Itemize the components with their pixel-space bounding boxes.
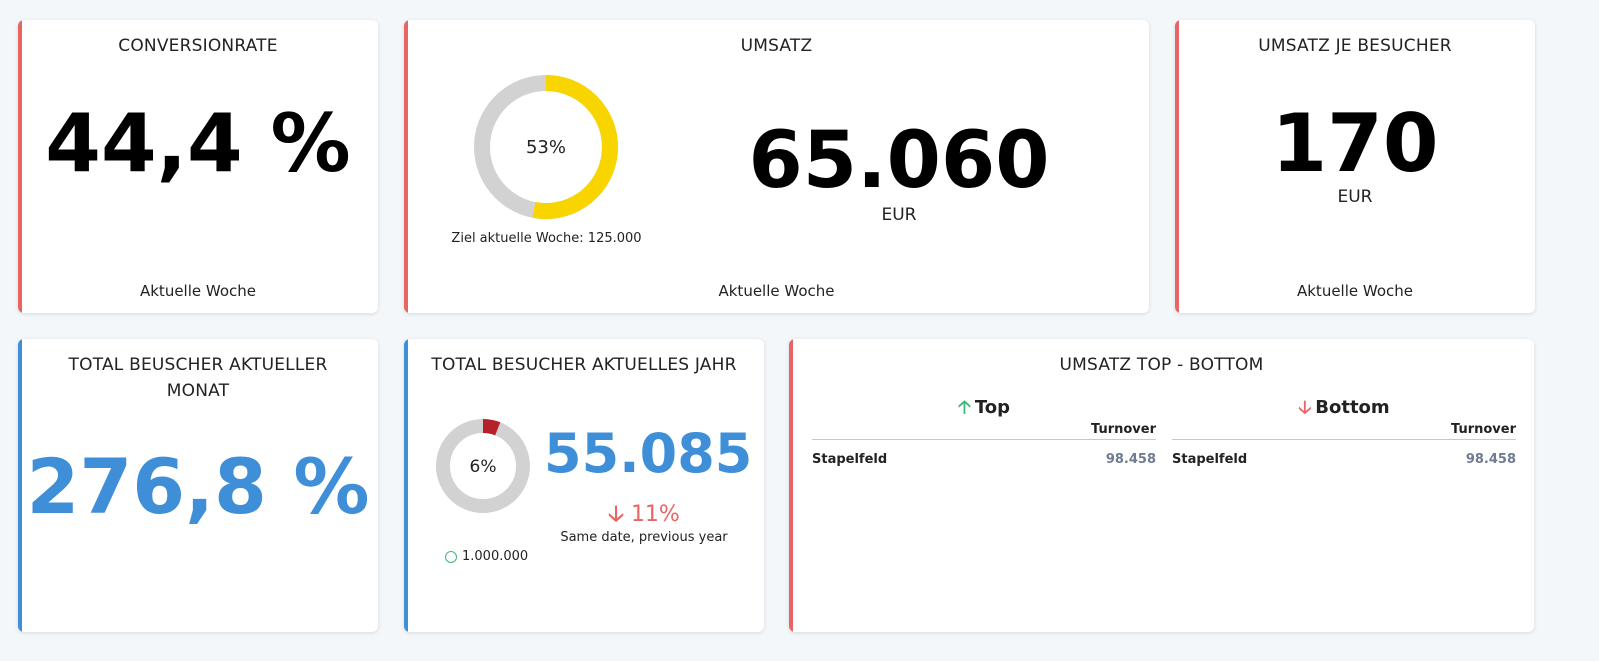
card-title-line2: MONAT [166,381,230,401]
card-title: UMSATZ [740,36,813,56]
total-besucher-jahr-card: TOTAL BESUCHER AKTUELLES JAHR 6% 1.000.0… [404,339,764,632]
card-title: CONVERSIONRATE [118,36,278,56]
umsatz-unit: EUR [881,205,917,225]
change-value: 11% [630,502,680,527]
total-besucher-monat-card: TOTAL BEUSCHER AKTUELLER MONAT 276,8 % [18,339,378,632]
umsatz-je-besucher-unit: EUR [1337,187,1373,207]
target-caption: Ziel aktuelle Woche: 125.000 [451,231,642,246]
down-arrow-icon: 🡣 [608,502,624,527]
total-monat-value: 276,8 % [26,442,370,531]
umsatz-je-besucher-value: 170 [1271,97,1439,190]
bottom-column-header: Turnover [1451,422,1516,437]
change-caption: Same date, previous year [560,530,728,545]
umsatz-je-besucher-card: UMSATZ JE BESUCHER 170 EUR Aktuelle Woch… [1175,20,1535,313]
down-arrow-icon: 🡣 [1298,397,1312,418]
card-title: TOTAL BESUCHER AKTUELLES JAHR [431,355,737,375]
card-footer: Aktuelle Woche [139,282,256,300]
umsatz-value: 65.060 [748,116,1050,206]
top-heading: 🡡 Top [812,395,1156,425]
umsatz-top-bottom-card: UMSATZ TOP - BOTTOM 🡡 Top Turnover Stapel… [789,339,1534,632]
umsatz-card: UMSATZ 53% Ziel aktuelle Woche: 125.000 … [404,20,1149,313]
top-heading-label: Top [974,397,1011,418]
target-circle-icon [445,551,457,563]
bottom-divider [1172,439,1516,440]
bottom-heading: 🡣 Bottom [1172,395,1516,425]
top-column-header: Turnover [1091,422,1156,437]
gauge-percent-label: 6% [469,457,497,477]
top-divider [812,439,1156,440]
card-title-line1: TOTAL BEUSCHER AKTUELLER [68,355,328,375]
total-jahr-value: 55.085 [544,422,753,485]
card-footer: Aktuelle Woche [718,282,835,300]
top-row-value: 98.458 [1105,452,1156,467]
up-arrow-icon: 🡡 [957,397,971,418]
target-value: 1.000.000 [462,549,529,564]
card-title: UMSATZ JE BESUCHER [1258,36,1452,56]
bottom-heading-label: Bottom [1315,397,1390,418]
gauge-percent-label: 53% [525,137,566,158]
conversionrate-value: 44,4 % [45,97,351,190]
card-footer: Aktuelle Woche [1296,282,1413,300]
card-title: UMSATZ TOP - BOTTOM [1059,355,1264,375]
bottom-row-value: 98.458 [1465,452,1516,467]
conversionrate-card: CONVERSIONRATE 44,4 % Aktuelle Woche [18,20,378,313]
